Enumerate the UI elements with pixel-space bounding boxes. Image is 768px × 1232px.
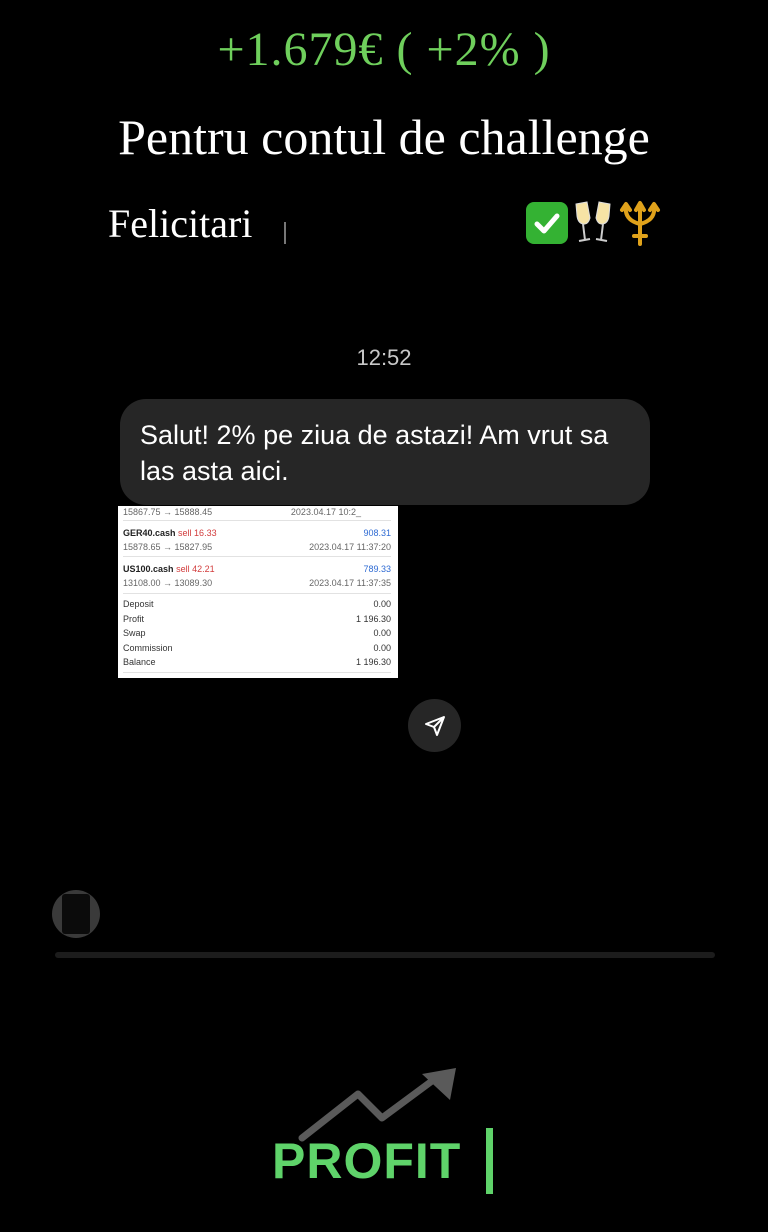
trade-prices: 13108.00 → 13089.30 xyxy=(123,578,213,588)
trident-icon xyxy=(620,201,660,246)
trade-side: sell 42.21 xyxy=(176,564,215,574)
avatar-image xyxy=(62,894,90,934)
trade-side: sell 16.33 xyxy=(178,528,217,538)
message-bubble[interactable]: Salut! 2% pe ziua de astazi! Am vrut sa … xyxy=(120,399,650,505)
trade-profit: 789.33 xyxy=(363,564,391,574)
message-input-bar[interactable] xyxy=(55,952,715,958)
text-cursor xyxy=(284,222,286,244)
trade-prices: 15878.65 → 15827.95 xyxy=(123,542,213,552)
summary-value: 0.00 xyxy=(373,599,391,609)
trade-time: 2023.04.17 10:2_ xyxy=(290,507,361,517)
profit-headline: +1.679€ ( +2% ) xyxy=(217,23,551,76)
profit-logo-cursor xyxy=(486,1128,493,1194)
challenge-subtitle: Pentru contul de challenge xyxy=(118,109,650,165)
trade-history-screenshot[interactable]: 15867.75 → 15888.45 2023.04.17 10:2_ GER… xyxy=(118,506,398,678)
congrats-text: Felicitari xyxy=(108,201,253,246)
summary-value: 1 196.30 xyxy=(355,657,391,667)
share-button[interactable] xyxy=(408,699,461,752)
divider xyxy=(123,520,391,521)
avatar[interactable] xyxy=(52,890,100,938)
trade-symbol: GER40.cash xyxy=(123,528,176,538)
summary-value: 1 196.30 xyxy=(355,614,391,624)
trade-symbol: US100.cash xyxy=(123,564,174,574)
trade-profit: 908.31 xyxy=(363,528,391,538)
message-timestamp: 12:52 xyxy=(356,345,412,370)
divider xyxy=(123,672,391,673)
divider xyxy=(123,593,391,594)
summary-label: Profit xyxy=(123,614,145,624)
trade-time: 2023.04.17 11:37:35 xyxy=(309,578,391,588)
emoji-group xyxy=(526,200,662,246)
summary-value: 0.00 xyxy=(373,643,391,653)
trade-prices: 15867.75 → 15888.45 xyxy=(123,507,213,517)
summary-value: 0.00 xyxy=(373,628,391,638)
summary-label: Balance xyxy=(123,657,156,667)
summary-label: Commission xyxy=(123,643,173,653)
check-mark-icon xyxy=(526,202,568,244)
clinking-glasses-icon xyxy=(575,201,611,242)
send-icon xyxy=(424,715,445,736)
summary-label: Deposit xyxy=(123,599,154,609)
profit-logo-text: PROFIT xyxy=(272,1133,462,1189)
divider xyxy=(123,556,391,557)
summary-label: Swap xyxy=(123,628,146,638)
trade-time: 2023.04.17 11:37:20 xyxy=(309,542,391,552)
